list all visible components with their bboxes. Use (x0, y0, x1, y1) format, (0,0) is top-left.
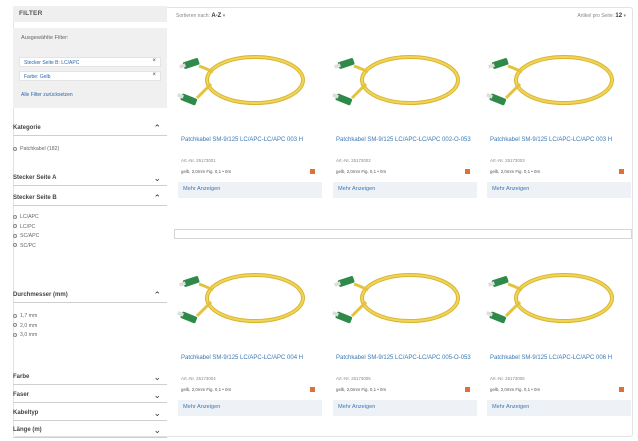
section-header[interactable]: Faser ⌄ (13, 389, 167, 403)
fiber-patch-cable-image[interactable] (175, 32, 323, 132)
product-card[interactable]: Patchkabel SM-9/125 LC/APC-LC/APC 002-O-… (330, 32, 478, 222)
product-attributes: gelb, 2,0mm Fig. 0,1 • 0m (181, 169, 232, 174)
product-attributes: gelb, 2,0mm Fig. 0,1 • 0m (336, 387, 387, 392)
product-attributes: gelb, 2,0mm Fig. 0,1 • 0m (490, 169, 541, 174)
selected-filters-box: Ausgewählte Filter: Stecker Seite B: LC/… (13, 28, 167, 108)
radio-icon[interactable] (13, 313, 17, 318)
chevron-up-icon[interactable]: ⌃ (153, 290, 161, 301)
fiber-patch-cable-image[interactable] (330, 32, 478, 132)
filter-section-laenge: Länge (m) ⌄ (13, 424, 167, 438)
filter-title: FILTER (13, 6, 167, 22)
show-more-button[interactable]: Mehr Anzeigen (178, 400, 322, 416)
article-number: Art.-Nr. 25173001 (181, 158, 216, 163)
product-card[interactable]: Patchkabel SM-9/125 LC/APC-LC/APC 006 H A… (484, 250, 632, 440)
section-header[interactable]: Kabeltyp ⌄ (13, 407, 167, 421)
filter-chip[interactable]: Stecker Seite B: LC/APC × (19, 57, 161, 67)
filter-section-kategorie: Kategorie ⌃ Patchkabel (182) (13, 122, 167, 156)
product-card[interactable]: Patchkabel SM-9/125 LC/APC-LC/APC 003 H A… (484, 32, 632, 222)
product-name[interactable]: Patchkabel SM-9/125 LC/APC-LC/APC 005-O-… (336, 353, 476, 363)
per-page-dropdown[interactable]: Artikel pro Seite: 12 ▾ (577, 13, 626, 19)
product-name[interactable]: Patchkabel SM-9/125 LC/APC-LC/APC 003 H (490, 135, 630, 145)
article-number: Art.-Nr. 25173006 (490, 376, 525, 381)
section-header[interactable]: Durchmesser (mm) ⌃ (13, 289, 167, 303)
product-attributes: gelb, 2,0mm Fig. 0,1 • 0m (181, 387, 232, 392)
stock-indicator-icon (619, 169, 624, 174)
show-more-button[interactable]: Mehr Anzeigen (487, 400, 631, 416)
radio-icon[interactable] (13, 146, 17, 151)
filter-chip[interactable]: Farbe: Gelb × (19, 71, 161, 81)
chevron-up-icon[interactable]: ⌃ (153, 123, 161, 134)
filter-option[interactable]: SC/PC (13, 243, 167, 253)
product-name[interactable]: Patchkabel SM-9/125 LC/APC-LC/APC 002-O-… (336, 135, 476, 145)
article-number: Art.-Nr. 25173005 (336, 376, 371, 381)
section-header[interactable]: Stecker Seite B ⌃ (13, 192, 167, 206)
show-more-button[interactable]: Mehr Anzeigen (333, 400, 477, 416)
show-more-button[interactable]: Mehr Anzeigen (178, 182, 322, 198)
filter-section-kabeltyp: Kabeltyp ⌄ (13, 407, 167, 421)
filter-option[interactable]: 1,7 mm (13, 313, 167, 323)
filter-section-faser: Faser ⌄ (13, 389, 167, 403)
product-attributes: gelb, 2,0mm Fig. 0,1 • 0m (336, 169, 387, 174)
radio-icon[interactable] (13, 332, 17, 337)
filter-option[interactable]: 2,0 mm (13, 323, 167, 333)
radio-icon[interactable] (13, 214, 17, 219)
filter-option[interactable]: LC/APC (13, 214, 167, 224)
radio-icon[interactable] (13, 243, 17, 248)
filter-section-farbe: Farbe ⌄ (13, 371, 167, 385)
chevron-down-icon[interactable]: ⌄ (153, 408, 161, 419)
filter-sidebar: FILTER Ausgewählte Filter: Stecker Seite… (11, 4, 171, 438)
fiber-patch-cable-image[interactable] (484, 32, 632, 132)
fiber-patch-cable-image[interactable] (330, 250, 478, 350)
filter-section-stecker-a: Stecker Seite A ⌄ (13, 172, 167, 186)
fiber-patch-cable-image[interactable] (175, 250, 323, 350)
filter-section-stecker-b: Stecker Seite B ⌃ LC/APC LC/PC SC/APC SC/… (13, 192, 167, 252)
product-card[interactable]: Patchkabel SM-9/125 LC/APC-LC/APC 003 H A… (175, 32, 323, 222)
stock-indicator-icon (310, 387, 315, 392)
section-header[interactable]: Kategorie ⌃ (13, 122, 167, 136)
remove-filter-icon[interactable]: × (152, 58, 156, 64)
chevron-up-icon[interactable]: ⌃ (153, 193, 161, 204)
stock-indicator-icon (465, 387, 470, 392)
section-header[interactable]: Länge (m) ⌄ (13, 424, 167, 438)
radio-icon[interactable] (13, 224, 17, 229)
filter-option[interactable]: SC/APC (13, 233, 167, 243)
product-name[interactable]: Patchkabel SM-9/125 LC/APC-LC/APC 004 H (181, 353, 321, 363)
article-number: Art.-Nr. 25173004 (181, 376, 216, 381)
product-attributes: gelb, 2,0mm Fig. 0,1 • 0m (490, 387, 541, 392)
radio-icon[interactable] (13, 323, 17, 328)
row-divider-bar (174, 229, 632, 239)
stock-indicator-icon (465, 169, 470, 174)
chevron-down-icon[interactable]: ⌄ (153, 372, 161, 383)
stock-indicator-icon (619, 387, 624, 392)
filter-section-durchmesser: Durchmesser (mm) ⌃ 1,7 mm 2,0 mm 3,0 mm (13, 289, 167, 342)
radio-icon[interactable] (13, 233, 17, 238)
product-card[interactable]: Patchkabel SM-9/125 LC/APC-LC/APC 004 H A… (175, 250, 323, 440)
selected-filters-title: Ausgewählte Filter: (21, 35, 69, 41)
product-name[interactable]: Patchkabel SM-9/125 LC/APC-LC/APC 006 H (490, 353, 630, 363)
chevron-down-icon[interactable]: ⌄ (153, 425, 161, 436)
filter-option[interactable]: LC/PC (13, 224, 167, 234)
product-name[interactable]: Patchkabel SM-9/125 LC/APC-LC/APC 003 H (181, 135, 321, 145)
chevron-down-icon[interactable]: ⌄ (153, 173, 161, 184)
show-more-button[interactable]: Mehr Anzeigen (487, 182, 631, 198)
remove-filter-icon[interactable]: × (152, 72, 156, 78)
section-header[interactable]: Stecker Seite A ⌄ (13, 172, 167, 186)
article-number: Art.-Nr. 25173003 (490, 158, 525, 163)
chevron-down-icon[interactable]: ⌄ (153, 390, 161, 401)
section-header[interactable]: Farbe ⌄ (13, 371, 167, 385)
sort-dropdown[interactable]: Sortieren nach: A-Z ▾ (176, 13, 225, 19)
fiber-patch-cable-image[interactable] (484, 250, 632, 350)
filter-option[interactable]: Patchkabel (182) (13, 146, 167, 156)
show-more-button[interactable]: Mehr Anzeigen (333, 182, 477, 198)
stock-indicator-icon (310, 169, 315, 174)
product-card[interactable]: Patchkabel SM-9/125 LC/APC-LC/APC 005-O-… (330, 250, 478, 440)
filter-option[interactable]: 3,0 mm (13, 332, 167, 342)
reset-filters-link[interactable]: Alle Filter zurücksetzen (21, 92, 73, 98)
article-number: Art.-Nr. 25173002 (336, 158, 371, 163)
